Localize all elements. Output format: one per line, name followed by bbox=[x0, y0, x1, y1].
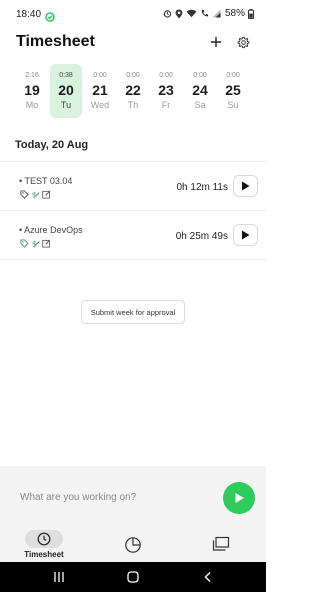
day-number: 21 bbox=[92, 82, 108, 98]
recents-icon bbox=[54, 572, 64, 582]
add-button[interactable] bbox=[207, 33, 225, 51]
day-total: 0:00 bbox=[159, 72, 173, 79]
edit-icon bbox=[42, 239, 51, 248]
week-selector: 2:16 19 Mo 0:38 20 Tu 0:00 21 Wed 0:00 2… bbox=[16, 64, 250, 120]
billable-icon: $ bbox=[32, 239, 40, 248]
day-total: 0:00 bbox=[226, 72, 240, 79]
entry-title: • TEST 03.04 bbox=[19, 176, 73, 186]
day-tuesday[interactable]: 0:38 20 Tu bbox=[50, 64, 82, 118]
start-timer-button[interactable] bbox=[223, 482, 255, 514]
entry-tags: $ bbox=[20, 190, 51, 199]
timer-composer bbox=[0, 466, 266, 528]
day-wednesday[interactable]: 0:00 21 Wed bbox=[84, 64, 116, 118]
call-icon bbox=[200, 9, 209, 18]
entry-title: • Azure DevOps bbox=[19, 225, 83, 235]
entry-duration: 0h 25m 49s bbox=[175, 231, 228, 242]
home-icon bbox=[127, 571, 139, 583]
divider bbox=[0, 210, 266, 211]
status-time: 18:40 bbox=[16, 9, 42, 20]
clock-icon bbox=[37, 532, 51, 546]
gear-icon bbox=[237, 36, 249, 48]
day-name: Tu bbox=[60, 100, 72, 110]
pie-chart-icon bbox=[125, 537, 141, 553]
task-description-input[interactable] bbox=[20, 489, 200, 505]
day-monday[interactable]: 2:16 19 Mo bbox=[16, 64, 48, 118]
resume-button[interactable] bbox=[233, 175, 258, 197]
day-name: Mo bbox=[25, 100, 39, 110]
location-icon bbox=[175, 9, 183, 19]
home-button[interactable] bbox=[126, 570, 140, 584]
settings-button[interactable] bbox=[234, 33, 252, 51]
folders-icon bbox=[212, 536, 230, 551]
nav-timesheet[interactable]: Timesheet bbox=[20, 528, 68, 562]
day-total: 0:00 bbox=[126, 72, 140, 79]
battery-level: 58% bbox=[224, 8, 245, 19]
play-icon bbox=[242, 230, 250, 240]
day-name: Th bbox=[127, 100, 139, 110]
status-bar: 18:40 58% bbox=[0, 0, 266, 28]
day-total: 2:16 bbox=[25, 72, 39, 79]
entry-duration: 0h 12m 11s bbox=[176, 182, 228, 193]
day-number: 20 bbox=[58, 82, 74, 98]
day-name: Fr bbox=[161, 100, 171, 110]
nav-active-indicator bbox=[25, 530, 63, 548]
divider bbox=[0, 259, 266, 260]
day-number: 22 bbox=[125, 82, 141, 98]
nav-reports[interactable] bbox=[124, 536, 144, 554]
divider bbox=[0, 161, 266, 162]
status-icons: 58% bbox=[163, 8, 254, 19]
battery-icon bbox=[248, 8, 254, 19]
day-name: Su bbox=[227, 100, 239, 110]
page-title: Timesheet bbox=[16, 33, 95, 50]
day-number: 25 bbox=[225, 82, 241, 98]
tag-icon bbox=[20, 190, 29, 199]
app-status-icon bbox=[45, 9, 55, 27]
svg-text:$: $ bbox=[32, 239, 37, 248]
day-name: Wed bbox=[90, 100, 110, 110]
entry-tags: $ bbox=[20, 239, 51, 248]
day-number: 24 bbox=[192, 82, 208, 98]
bottom-nav: Timesheet bbox=[0, 528, 266, 562]
day-number: 23 bbox=[158, 82, 174, 98]
day-sunday[interactable]: 0:00 25 Su bbox=[217, 64, 249, 118]
submit-week-button[interactable]: Submit week for approval bbox=[81, 300, 185, 324]
signal-icon bbox=[212, 9, 221, 18]
day-name: Sa bbox=[194, 100, 206, 110]
nav-projects[interactable] bbox=[212, 536, 232, 554]
back-button[interactable] bbox=[201, 570, 215, 584]
day-saturday[interactable]: 0:00 24 Sa bbox=[184, 64, 216, 118]
day-number: 19 bbox=[24, 82, 40, 98]
date-heading: Today, 20 Aug bbox=[15, 139, 89, 151]
svg-text:$: $ bbox=[32, 190, 37, 199]
edit-icon bbox=[42, 190, 51, 199]
system-nav-bar bbox=[0, 562, 266, 592]
day-total: 0:38 bbox=[59, 72, 73, 79]
day-thursday[interactable]: 0:00 22 Th bbox=[117, 64, 149, 118]
day-total: 0:00 bbox=[93, 72, 107, 79]
play-icon bbox=[235, 493, 244, 503]
day-friday[interactable]: 0:00 23 Fr bbox=[150, 64, 182, 118]
resume-button[interactable] bbox=[233, 224, 258, 246]
alarm-icon bbox=[163, 9, 172, 18]
back-icon bbox=[204, 572, 211, 582]
nav-label: Timesheet bbox=[24, 550, 64, 559]
day-total: 0:00 bbox=[193, 72, 207, 79]
wifi-icon bbox=[186, 9, 197, 18]
tag-icon bbox=[20, 239, 29, 248]
recents-button[interactable] bbox=[52, 570, 66, 584]
billable-icon: $ bbox=[32, 190, 40, 199]
play-icon bbox=[242, 181, 250, 191]
plus-icon bbox=[211, 37, 221, 47]
